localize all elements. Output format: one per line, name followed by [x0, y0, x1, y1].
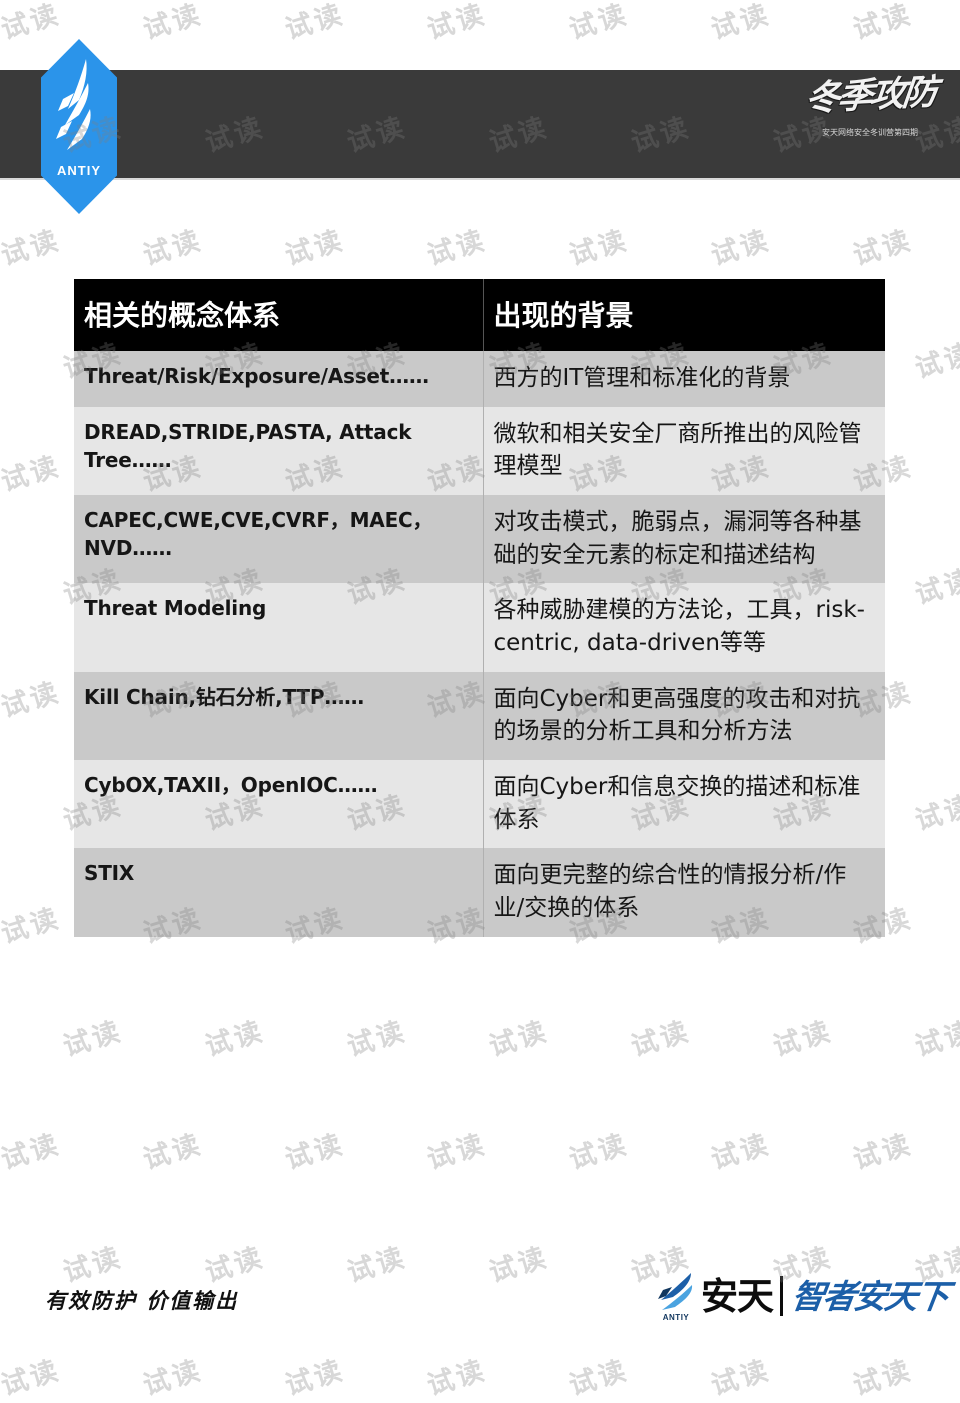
watermark-text: 试读	[201, 1015, 269, 1063]
header-underline	[0, 178, 960, 180]
table-body: Threat/Risk/Exposure/Asset…… 西方的IT管理和标准化…	[74, 351, 885, 937]
table-row: DREAD,STRIDE,PASTA, Attack Tree…… 微软和相关安…	[74, 406, 885, 495]
cell-background: 各种威胁建模的方法论，工具，risk-centric, data-driven等…	[483, 583, 885, 672]
watermark-text: 试读	[485, 1241, 553, 1289]
watermark-text: 试读	[281, 0, 349, 46]
watermark-text: 试读	[0, 450, 65, 498]
watermark-text: 试读	[707, 1128, 775, 1176]
column-header-background: 出现的背景	[483, 279, 885, 351]
watermark-text: 试读	[0, 224, 65, 272]
watermark-text: 试读	[139, 1354, 207, 1402]
cell-background: 对攻击模式，脆弱点，漏洞等各种基础的安全元素的标定和描述结构	[483, 494, 885, 584]
watermark-text: 试读	[849, 0, 917, 46]
concept-system-table: 相关的概念体系 出现的背景 Threat/Risk/Exposure/Asset…	[74, 279, 885, 937]
watermark-text: 试读	[59, 1241, 127, 1289]
antiy-feather-icon	[56, 59, 91, 150]
table-header-row: 相关的概念体系 出现的背景	[74, 279, 885, 351]
watermark-text: 试读	[0, 676, 65, 724]
watermark-text: 试读	[849, 1128, 917, 1176]
watermark-text: 试读	[423, 0, 491, 46]
footer-company-name: 安天	[701, 1274, 774, 1318]
table-row: CybOX,TAXII，OpenIOC…… 面向Cyber和信息交换的描述和标准…	[74, 759, 885, 849]
watermark-text: 试读	[423, 1354, 491, 1402]
header-calligraphy-text: 冬季攻防	[803, 71, 937, 120]
watermark-text: 试读	[485, 1015, 553, 1063]
watermark-text: 试读	[139, 224, 207, 272]
cell-term: Threat/Risk/Exposure/Asset……	[74, 351, 484, 407]
table-row: CAPEC,CWE,CVE,CVRF，MAEC，NVD…… 对攻击模式，脆弱点，…	[74, 494, 885, 584]
antiy-logo-badge: ANTIY	[41, 39, 117, 214]
table-header: 相关的概念体系 出现的背景	[74, 279, 885, 351]
watermark-text: 试读	[627, 1015, 695, 1063]
footer-tagline: 智者安天下	[789, 1276, 950, 1316]
cell-term: CybOX,TAXII，OpenIOC……	[74, 759, 484, 849]
watermark-text: 试读	[911, 563, 960, 611]
header-calligraphy: 冬季攻防 安天网络安全冬训营第四期	[800, 72, 940, 174]
watermark-text: 试读	[343, 1015, 411, 1063]
watermark-text: 试读	[139, 0, 207, 46]
watermark-text: 试读	[849, 1354, 917, 1402]
watermark-text: 试读	[849, 224, 917, 272]
header-calligraphy-caption: 安天网络安全冬训营第四期	[822, 128, 918, 137]
watermark-text: 试读	[281, 224, 349, 272]
table-row: Threat Modeling 各种威胁建模的方法论，工具，risk-centr…	[74, 583, 885, 672]
antiy-feather-glyph	[658, 1273, 693, 1310]
watermark-text: 试读	[0, 0, 65, 46]
watermark-text: 试读	[565, 224, 633, 272]
watermark-text: 试读	[343, 1241, 411, 1289]
cell-term: STIX	[74, 848, 484, 937]
table-row: STIX 面向更完整的综合性的情报分析/作业/交换的体系	[74, 848, 885, 937]
watermark-text: 试读	[707, 1354, 775, 1402]
watermark-text: 试读	[423, 224, 491, 272]
watermark-text: 试读	[707, 224, 775, 272]
watermark-text: 试读	[769, 1015, 837, 1063]
watermark-text: 试读	[0, 1354, 65, 1402]
watermark-text: 试读	[139, 1128, 207, 1176]
cell-background: 面向更完整的综合性的情报分析/作业/交换的体系	[483, 848, 885, 937]
antiy-footer-wordmark: ANTIY	[662, 1313, 690, 1322]
watermark-text: 试读	[911, 337, 960, 385]
footer-logo-divider	[780, 1276, 783, 1316]
column-header-concept: 相关的概念体系	[74, 279, 484, 351]
cell-term: Threat Modeling	[74, 583, 484, 672]
antiy-feather-icon-footer: ANTIY	[655, 1270, 697, 1322]
table-row: Threat/Risk/Exposure/Asset…… 西方的IT管理和标准化…	[74, 351, 885, 407]
watermark-text: 试读	[911, 789, 960, 837]
watermark-text: 试读	[565, 0, 633, 46]
watermark-text: 试读	[565, 1128, 633, 1176]
watermark-text: 试读	[911, 1015, 960, 1063]
table-row: Kill Chain,钻石分析,TTP…… 面向Cyber和更高强度的攻击和对抗…	[74, 671, 885, 760]
cell-background: 西方的IT管理和标准化的背景	[483, 351, 885, 407]
antiy-logo-wordmark: ANTIY	[57, 163, 101, 178]
cell-background: 面向Cyber和更高强度的攻击和对抗的场景的分析工具和分析方法	[483, 671, 885, 760]
footer-antiy-logo: ANTIY 安天 智者安天下	[655, 1265, 950, 1327]
watermark-text: 试读	[0, 1128, 65, 1176]
watermark-text: 试读	[59, 1015, 127, 1063]
footer-slogan: 有效防护 价值输出	[45, 1288, 239, 1313]
watermark-text: 试读	[281, 1354, 349, 1402]
cell-term: Kill Chain,钻石分析,TTP……	[74, 671, 484, 760]
cell-term: DREAD,STRIDE,PASTA, Attack Tree……	[74, 406, 484, 495]
watermark-text: 试读	[201, 1241, 269, 1289]
watermark-text: 试读	[0, 902, 65, 950]
cell-background: 微软和相关安全厂商所推出的风险管理模型	[483, 406, 885, 495]
cell-background: 面向Cyber和信息交换的描述和标准体系	[483, 759, 885, 849]
watermark-text: 试读	[707, 0, 775, 46]
cell-term: CAPEC,CWE,CVE,CVRF，MAEC，NVD……	[74, 494, 484, 584]
watermark-text: 试读	[423, 1128, 491, 1176]
watermark-text: 试读	[281, 1128, 349, 1176]
watermark-text: 试读	[565, 1354, 633, 1402]
